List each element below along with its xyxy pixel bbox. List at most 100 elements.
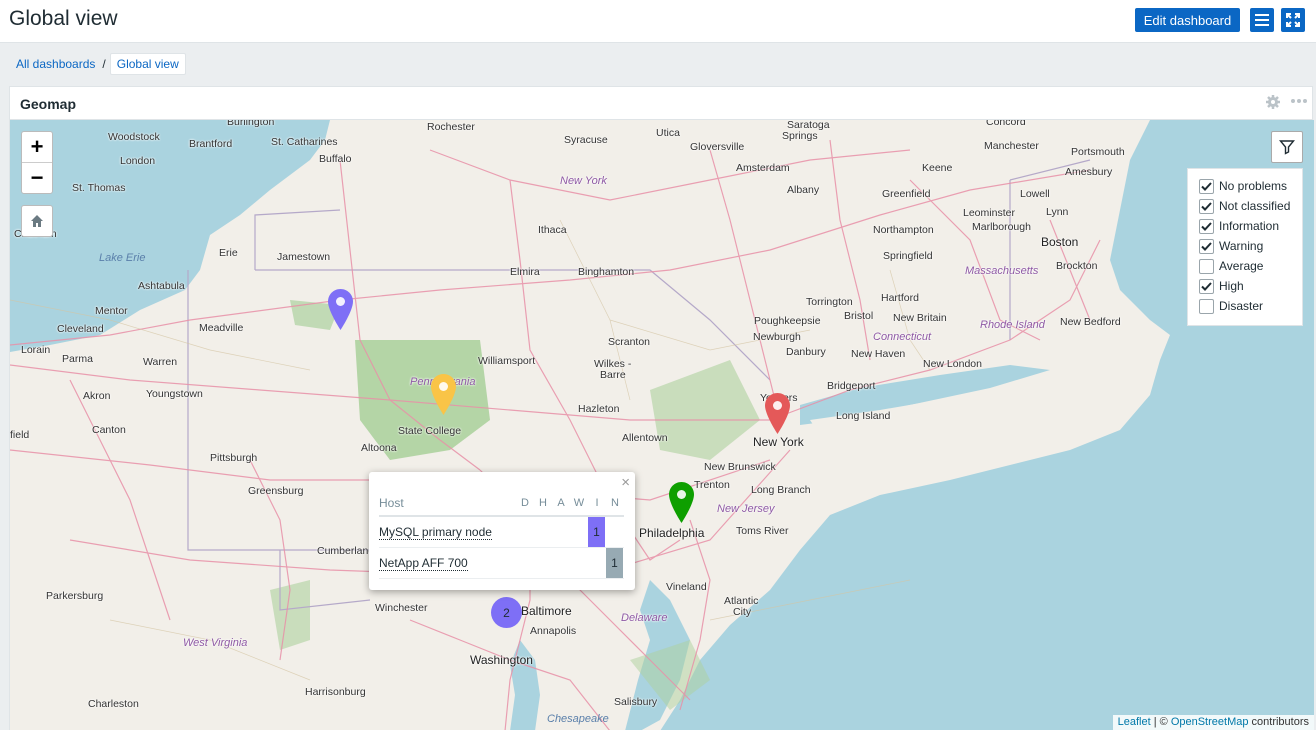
map-marker-yellow[interactable] [431,374,456,415]
filter-label: Warning [1219,239,1264,253]
map-label: Lake Erie [99,252,146,264]
map-label: Leominster [963,207,1015,219]
home-button[interactable] [21,205,53,237]
zoom-out-button[interactable]: − [22,162,52,192]
gear-icon[interactable] [1265,94,1281,110]
map-label: Bristol [844,310,874,322]
breadcrumb: All dashboards / Global view [9,52,186,75]
osm-link[interactable]: OpenStreetMap [1171,716,1249,728]
map-label: Toms River [736,525,789,537]
map-label: Washington [470,653,533,667]
filter-label: High [1219,279,1244,293]
map-label: Philadelphia [639,526,705,540]
map-label: Utica [656,127,680,139]
checkbox[interactable] [1199,238,1214,254]
filter-label: No problems [1219,179,1288,193]
zoom-control: + − [21,131,53,194]
map-label: Keene [922,162,953,174]
map-canvas[interactable]: Burlington Rochester Utica Saratoga Spri… [10,120,1314,730]
popup-table: Host D H A W I N MySQL primary node 1 Ne… [379,490,624,579]
host-link[interactable]: NetApp AFF 700 [379,556,468,571]
map-label: Winchester [375,602,428,614]
map-label: St. Thomas [72,182,126,194]
map-label: Vineland [666,581,707,593]
breadcrumb-global-view[interactable]: Global view [109,52,186,75]
map-label: Binghamton [578,266,635,278]
map-label: Lowell [1020,188,1050,200]
checkbox[interactable] [1199,258,1214,274]
map-label: Delaware [621,612,668,624]
map-label: Danbury [786,346,826,358]
map-label: Parma [62,353,93,365]
leaflet-link[interactable]: Leaflet [1118,716,1151,728]
filter-no-problems[interactable]: No problems [1199,176,1291,196]
map-label: Amsterdam [736,162,790,174]
popup-col-a: A [552,490,570,517]
filter-disaster[interactable]: Disaster [1199,296,1291,316]
map-label: City [733,606,752,618]
attribution-suffix: contributors [1248,716,1309,728]
host-link[interactable]: MySQL primary node [379,525,492,540]
map-label: Williamsport [478,355,536,367]
map-marker-purple[interactable] [328,289,353,330]
filter-label: Average [1219,259,1264,273]
map-label: Manchester [984,140,1039,152]
checkbox[interactable] [1199,278,1214,294]
severity-filter-panel: No problems Not classified Information W… [1187,168,1303,326]
map-label: Rhode Island [980,319,1045,331]
map-label: New Jersey [717,503,775,515]
menu-button[interactable] [1250,8,1274,32]
not-classified-count[interactable]: 1 [606,548,623,578]
table-row: MySQL primary node 1 [379,516,624,548]
marker-cluster[interactable]: 2 [491,597,522,628]
popup-col-i: I [588,490,606,517]
fullscreen-button[interactable] [1281,8,1305,32]
checkbox[interactable] [1199,298,1214,314]
filter-not-classified[interactable]: Not classified [1199,196,1291,216]
popup-col-h: H [534,490,552,517]
host-popup: × Host D H A W I N MySQL primary node 1 … [369,472,635,590]
map-label: Erie [219,247,238,259]
map-attribution: Leaflet | © OpenStreetMap contributors [1112,715,1314,730]
map-label: Hazleton [578,403,620,415]
checkbox[interactable] [1199,178,1214,194]
map-label: New York [753,435,804,449]
filter-information[interactable]: Information [1199,216,1291,236]
map-label: Lynn [1046,206,1069,218]
map-label: Ithaca [538,224,567,236]
filter-button[interactable] [1271,131,1303,163]
filter-high[interactable]: High [1199,276,1291,296]
popup-close-button[interactable]: × [621,474,630,491]
breadcrumb-all-dashboards[interactable]: All dashboards [9,57,102,71]
filter-average[interactable]: Average [1199,256,1291,276]
edit-dashboard-button[interactable]: Edit dashboard [1135,8,1240,32]
zoom-in-button[interactable]: + [22,132,52,162]
map-label: Chesapeake [547,713,609,725]
map-label: Altoona [361,442,397,454]
map-label: Brantford [189,138,233,150]
map-label: New London [923,358,982,370]
popup-col-d: D [516,490,534,517]
hamburger-icon [1255,14,1269,26]
map-label: Cleveland [57,323,104,335]
checkbox[interactable] [1199,198,1214,214]
map-label: Mentor [95,305,128,317]
map-marker-red[interactable] [765,393,790,434]
map-label: Brockton [1056,260,1098,272]
more-options-icon[interactable] [1290,92,1308,110]
map-label: Concord [986,120,1026,128]
map-label: Rochester [427,121,475,133]
filter-icon [1279,140,1295,155]
map-label: London [120,155,156,167]
home-icon [31,215,43,227]
map-label: Newburgh [753,331,801,343]
map-marker-green[interactable] [669,482,694,523]
info-count[interactable]: 1 [588,517,605,547]
map-label: Trenton [694,479,730,491]
filter-warning[interactable]: Warning [1199,236,1291,256]
map-label: Elmira [510,266,540,278]
map-label: Hartford [881,292,919,304]
map-label: Baltimore [521,604,572,618]
marker-shape [765,393,790,434]
checkbox[interactable] [1199,218,1214,234]
